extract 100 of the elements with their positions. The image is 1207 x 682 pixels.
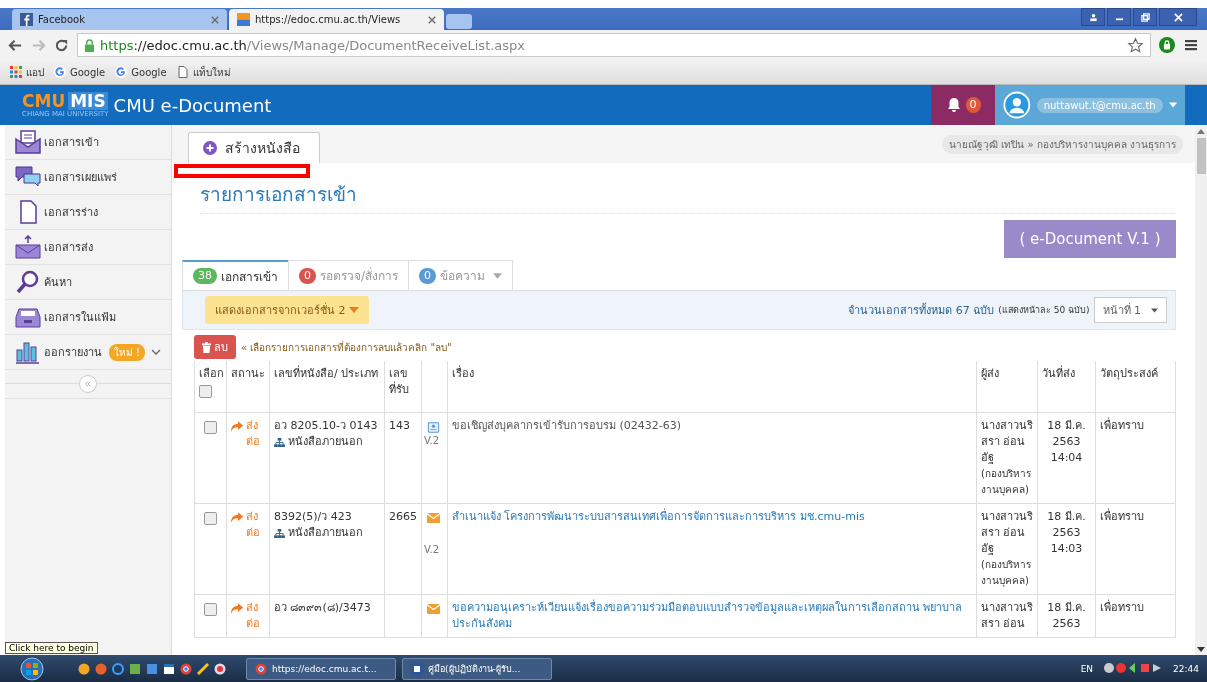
document-type: หนังสือภายนอก xyxy=(288,434,363,450)
star-icon[interactable] xyxy=(1127,36,1144,54)
sender-unit: (กองบริหาร งานบุคคล) xyxy=(981,558,1032,589)
chrome-icon xyxy=(255,662,267,675)
browser-tab[interactable]: https://edoc.cmu.ac.th/Views xyxy=(229,9,444,30)
sidebar-item[interactable]: เอกสารเข้า xyxy=(5,125,171,160)
count-badge: 0 xyxy=(299,267,316,284)
sidebar-item[interactable]: เอกสารร่าง xyxy=(5,195,171,230)
document-type: หนังสือภายนอก xyxy=(288,525,363,541)
scroll-thumb[interactable] xyxy=(1196,138,1206,174)
delete-hint: « เลือกรายการเอกสารที่ต้องการลบแล้วคลิก "ลบ" xyxy=(241,339,452,355)
app-icon[interactable] xyxy=(78,662,90,675)
status-text: ส่ง ต่อ xyxy=(246,418,262,450)
close-icon xyxy=(1173,12,1183,22)
taskbar-window[interactable]: https://edoc.cmu.ac.t... xyxy=(246,657,396,680)
bookmark[interactable]: Google xyxy=(115,66,167,78)
document-number: อว ๘๓๙๓(๘)/3473 xyxy=(274,600,372,616)
back-icon[interactable] xyxy=(8,37,23,53)
scroll-up-icon[interactable] xyxy=(1197,129,1205,134)
count-badge: 38 xyxy=(193,268,217,284)
org-chart-icon xyxy=(274,437,285,447)
envelope-icon xyxy=(427,512,440,524)
sender-name: นางสาวนริ สรา อ่อน อัฐ xyxy=(981,509,1033,557)
close-icon[interactable] xyxy=(428,15,436,24)
envelope-icon xyxy=(427,603,440,615)
document-number: 8392(5)/ว 423 xyxy=(274,509,353,525)
notification-button[interactable]: 0 xyxy=(931,85,995,125)
document-number: อว 8205.10-ว 0143 xyxy=(274,418,379,434)
select-all-checkbox[interactable] xyxy=(199,385,212,398)
bookmark[interactable]: แท็บใหม่ xyxy=(176,64,231,80)
delete-button[interactable]: ลบ xyxy=(194,335,236,359)
scroll-down-icon[interactable] xyxy=(1197,647,1205,652)
sidebar-item[interactable]: เอกสารส่ง xyxy=(5,230,171,265)
id-card-icon xyxy=(427,421,440,433)
column-header: เลข ที่รับ xyxy=(384,361,422,413)
sender-name: นางสาวนริ สรา อ่อน อัฐ xyxy=(981,418,1033,466)
search-icon xyxy=(15,270,41,294)
status-text: ส่ง ต่อ xyxy=(246,509,262,541)
subject-link[interactable]: สำเนาแจ้ง โครงการพัฒนาระบบสารสนเทศเพื่อการจัดการและการบริหาร มช.cmu-mis xyxy=(452,509,972,525)
per-page-note: (แสดงหน้าละ 50 ฉบับ) xyxy=(998,304,1090,317)
caret-icon xyxy=(1151,307,1158,313)
clock: 22:44 xyxy=(1173,663,1199,674)
sender-unit: (กองบริหาร งานบุคคล) xyxy=(981,467,1032,498)
chat-bubbles-icon xyxy=(15,165,41,189)
lock-icon xyxy=(84,38,95,52)
sidebar-item[interactable]: เอกสารในแฟ้ม xyxy=(5,300,171,335)
column-header: เลขที่หนังสือ/ ประเภท xyxy=(269,361,385,413)
forward-arrow-icon xyxy=(231,603,244,614)
envelope-letter-icon xyxy=(15,130,41,154)
plus-icon xyxy=(203,141,217,155)
browser-tab[interactable]: Facebook xyxy=(12,9,227,30)
reload-icon[interactable] xyxy=(54,37,69,53)
app-icon[interactable] xyxy=(197,662,209,675)
app-icon[interactable] xyxy=(214,662,226,675)
app-icon[interactable] xyxy=(146,662,158,675)
row-checkbox[interactable] xyxy=(204,512,217,525)
window-icon[interactable] xyxy=(163,662,175,675)
chrome-icon[interactable] xyxy=(180,662,192,675)
lock-extension-icon[interactable] xyxy=(1159,37,1175,53)
restore-button[interactable] xyxy=(1133,8,1157,26)
address-bar[interactable]: https://edoc.cmu.ac.th/Views/Manage/DocumentReceiveList.aspx xyxy=(77,33,1151,57)
close-window-button[interactable] xyxy=(1159,8,1197,26)
tab[interactable]: 38 เอกสารเข้า xyxy=(182,260,289,290)
receive-number: 143 xyxy=(389,419,410,432)
envelope-arrow-icon xyxy=(15,235,41,259)
google-icon xyxy=(54,66,66,78)
caret-icon xyxy=(493,272,503,279)
menu-icon[interactable] xyxy=(1183,37,1199,53)
new-badge: ใหม่ ! xyxy=(108,343,145,361)
taskbar-window[interactable]: คู่มือ(ผู้ปฏิบัติงาน-ผู้รับ... xyxy=(402,657,552,680)
breadcrumb: นายณัฐวุฒิ เทปิน » กองบริหารงานบุคคล งานธุรการ xyxy=(942,134,1183,154)
sidebar-item[interactable]: เอกสารเผยแพร่ xyxy=(5,160,171,195)
row-checkbox[interactable] xyxy=(204,421,217,434)
app-title: CMU e-Document xyxy=(113,94,272,116)
minimize-button[interactable] xyxy=(1107,8,1131,26)
language-indicator[interactable]: EN xyxy=(1080,663,1094,674)
count-badge: 0 xyxy=(419,267,437,284)
create-document-button[interactable]: สร้างหนังสือ xyxy=(188,132,320,163)
bell-icon xyxy=(945,97,962,113)
forward-arrow-icon xyxy=(231,421,244,432)
bookmark[interactable]: Google xyxy=(54,66,106,78)
double-chevron-icon xyxy=(84,380,92,388)
page-select[interactable]: หน้าที่ 1 xyxy=(1093,297,1167,323)
start-button[interactable] xyxy=(20,656,44,681)
bookmark[interactable]: แอป xyxy=(10,64,44,80)
close-icon[interactable] xyxy=(211,15,219,24)
version-filter-button[interactable]: แสดงเอกสารจากเวอร์ชั่น 2 xyxy=(205,296,369,324)
user-email: nuttawut.t@cmu.ac.th xyxy=(1036,97,1163,113)
page-icon xyxy=(176,66,189,78)
column-header: ผู้ส่ง xyxy=(976,361,1038,413)
column-header: สถานะ xyxy=(226,361,270,413)
sent-date: 18 มี.ค. 2563 14:04 xyxy=(1047,419,1086,464)
profile-button[interactable] xyxy=(1081,8,1105,26)
app-icon[interactable] xyxy=(129,662,141,675)
sidebar-item[interactable]: ค้นหา xyxy=(5,265,171,300)
column-header: วัตถุประสงค์ xyxy=(1095,361,1176,413)
forward-arrow-icon xyxy=(231,512,244,523)
row-checkbox[interactable] xyxy=(204,603,217,616)
receive-number: 2665 xyxy=(389,510,417,523)
scrollbar[interactable] xyxy=(1195,125,1207,655)
